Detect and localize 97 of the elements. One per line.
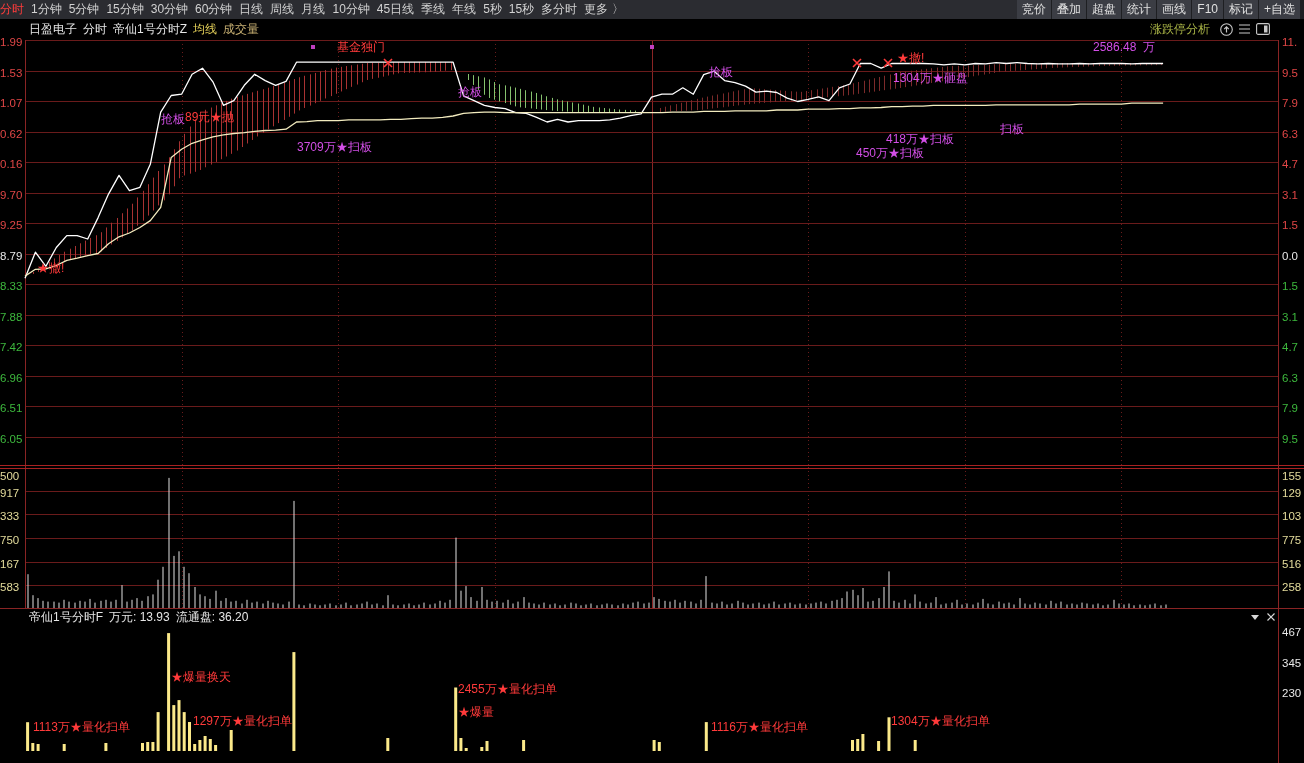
volume-axis-label: 103 xyxy=(1282,509,1302,522)
volume-axis-label: 258 xyxy=(1282,580,1302,593)
signal-label: 418万★扫板 xyxy=(886,132,955,146)
percent-axis-label: 9.5 xyxy=(1282,433,1298,445)
indicator-name: 帝仙1号分时Z xyxy=(113,21,187,38)
toolbar-button[interactable]: 超盘 xyxy=(1087,0,1122,19)
period-tab[interactable]: 5分钟 xyxy=(68,0,100,19)
toolbar-button[interactable]: F10 xyxy=(1192,0,1223,19)
signal-label: 1304万★砸盘 xyxy=(893,71,968,85)
cross-marker-icon xyxy=(383,58,393,68)
percent-axis-label: 3.1 xyxy=(1282,311,1298,323)
volume-axis-label: 917 xyxy=(0,486,20,499)
period-tab[interactable]: 季线 xyxy=(421,0,446,19)
panel-toggle-icon[interactable] xyxy=(1256,23,1270,35)
volume-axis-label: 775 xyxy=(1282,533,1302,546)
indicator-axis-label: 467 xyxy=(1282,625,1302,638)
signal-label: ★撤! xyxy=(897,51,925,65)
arrow-up-circle-icon[interactable] xyxy=(1220,22,1233,36)
signal-label: 2586.48 万 xyxy=(1093,40,1156,54)
period-tab[interactable]: 日线 xyxy=(239,0,264,19)
volume-axis-label: 129 xyxy=(1282,486,1302,499)
signal-label: 抢板 xyxy=(161,112,185,126)
square-marker-icon xyxy=(311,45,315,49)
price-axis-label: 6.05 xyxy=(0,433,23,445)
legend-label: 成交量 xyxy=(223,21,259,38)
percent-axis-label: 1.5 xyxy=(1282,219,1298,231)
toolbar-button[interactable]: 标记 xyxy=(1224,0,1258,19)
percent-axis-label: 11. xyxy=(1282,36,1298,48)
indicator-axis-label: 230 xyxy=(1282,686,1302,699)
toolbar-button[interactable]: 画线 xyxy=(1157,0,1192,19)
period-tab[interactable]: 15秒 xyxy=(508,0,535,19)
price-axis-label: 9.25 xyxy=(0,219,23,231)
period-tab[interactable]: 5秒 xyxy=(483,0,502,19)
price-axis-label: 1.07 xyxy=(0,97,23,109)
volume-axis-label: 333 xyxy=(0,509,20,522)
percent-axis-label: 1.5 xyxy=(1282,280,1298,292)
period-tab[interactable]: 60分钟 xyxy=(195,0,233,19)
percent-axis-label: 9.5 xyxy=(1282,67,1298,79)
period-tab[interactable]: 分时 xyxy=(0,0,24,19)
signal-label: 1304万★量化扫单 xyxy=(891,714,990,728)
period-tab[interactable]: 1分钟 xyxy=(31,0,62,19)
period-tab[interactable]: 30分钟 xyxy=(150,0,189,19)
volume-axis-label: 167 xyxy=(0,557,20,570)
period-tab[interactable]: 年线 xyxy=(452,0,477,19)
signal-label: 基金独门 xyxy=(337,40,385,54)
indicator-value: 万元: 13.93 xyxy=(109,609,170,626)
price-axis-label: 6.96 xyxy=(0,372,23,384)
percent-axis-label: 6.3 xyxy=(1282,372,1298,384)
chart-mode-label: 分时 xyxy=(83,21,107,38)
period-tab[interactable]: 周线 xyxy=(270,0,295,19)
toolbar-button[interactable]: +自选 xyxy=(1259,0,1300,19)
period-tab[interactable]: 更多 〉 xyxy=(584,0,624,19)
period-tab[interactable]: 15分钟 xyxy=(106,0,144,19)
price-axis-label: 8.33 xyxy=(0,280,23,292)
analysis-link[interactable]: 涨跌停分析 xyxy=(1150,20,1210,38)
volume-axis-label: 583 xyxy=(0,580,20,593)
price-axis-label: 1.99 xyxy=(0,36,23,48)
signal-label: 3709万★扫板 xyxy=(297,140,372,154)
cross-marker-icon xyxy=(852,58,862,68)
price-axis-label: 7.42 xyxy=(0,341,23,353)
toolbar-button[interactable]: 竞价 xyxy=(1017,0,1052,19)
indicator-name: 帝仙1号分时F xyxy=(29,609,103,626)
period-tab[interactable]: 10分钟 xyxy=(332,0,370,19)
indicator-axis-label: 345 xyxy=(1282,656,1302,669)
toolbar-button[interactable]: 叠加 xyxy=(1052,0,1087,19)
toolbar-button[interactable]: 统计 xyxy=(1122,0,1157,19)
volume-axis-label: 516 xyxy=(1282,557,1302,570)
percent-axis-label: 7.9 xyxy=(1282,402,1298,414)
percent-axis-label: 3.1 xyxy=(1282,189,1298,201)
period-tab[interactable]: 多分时 xyxy=(541,0,578,19)
stock-name: 日盈电子 xyxy=(29,21,77,38)
percent-axis-label: 0.0 xyxy=(1282,250,1298,262)
price-axis-label: 0.62 xyxy=(0,128,23,140)
cross-marker-icon xyxy=(883,58,893,68)
legend-label: 均线 xyxy=(193,21,217,38)
dropdown-icon[interactable] xyxy=(1251,614,1259,620)
square-marker-icon xyxy=(650,45,654,49)
signal-label: 450万★扫板 xyxy=(856,146,925,160)
volume-axis-label: 500 xyxy=(0,470,20,482)
price-axis-label: 0.16 xyxy=(0,158,23,170)
volume-axis-label: 155 xyxy=(1282,470,1302,482)
price-axis-label: 8.79 xyxy=(0,250,23,262)
period-tab[interactable]: 45日线 xyxy=(376,0,415,19)
price-axis-label: 1.53 xyxy=(0,67,23,79)
price-axis-label: 7.88 xyxy=(0,311,23,323)
signal-label: 扫板 xyxy=(1000,122,1024,136)
price-axis-label: 9.70 xyxy=(0,189,23,201)
percent-axis-label: 7.9 xyxy=(1282,97,1298,109)
percent-axis-label: 4.7 xyxy=(1282,158,1298,170)
price-axis-label: 6.51 xyxy=(0,402,23,414)
period-tab[interactable]: 月线 xyxy=(301,0,326,19)
percent-axis-label: 6.3 xyxy=(1282,128,1298,140)
percent-axis-label: 4.7 xyxy=(1282,341,1298,353)
volume-axis-label: 750 xyxy=(0,533,20,546)
close-icon[interactable] xyxy=(1267,613,1275,621)
indicator-value: 流通盘: 36.20 xyxy=(175,609,249,626)
menu-icon[interactable] xyxy=(1239,24,1250,34)
